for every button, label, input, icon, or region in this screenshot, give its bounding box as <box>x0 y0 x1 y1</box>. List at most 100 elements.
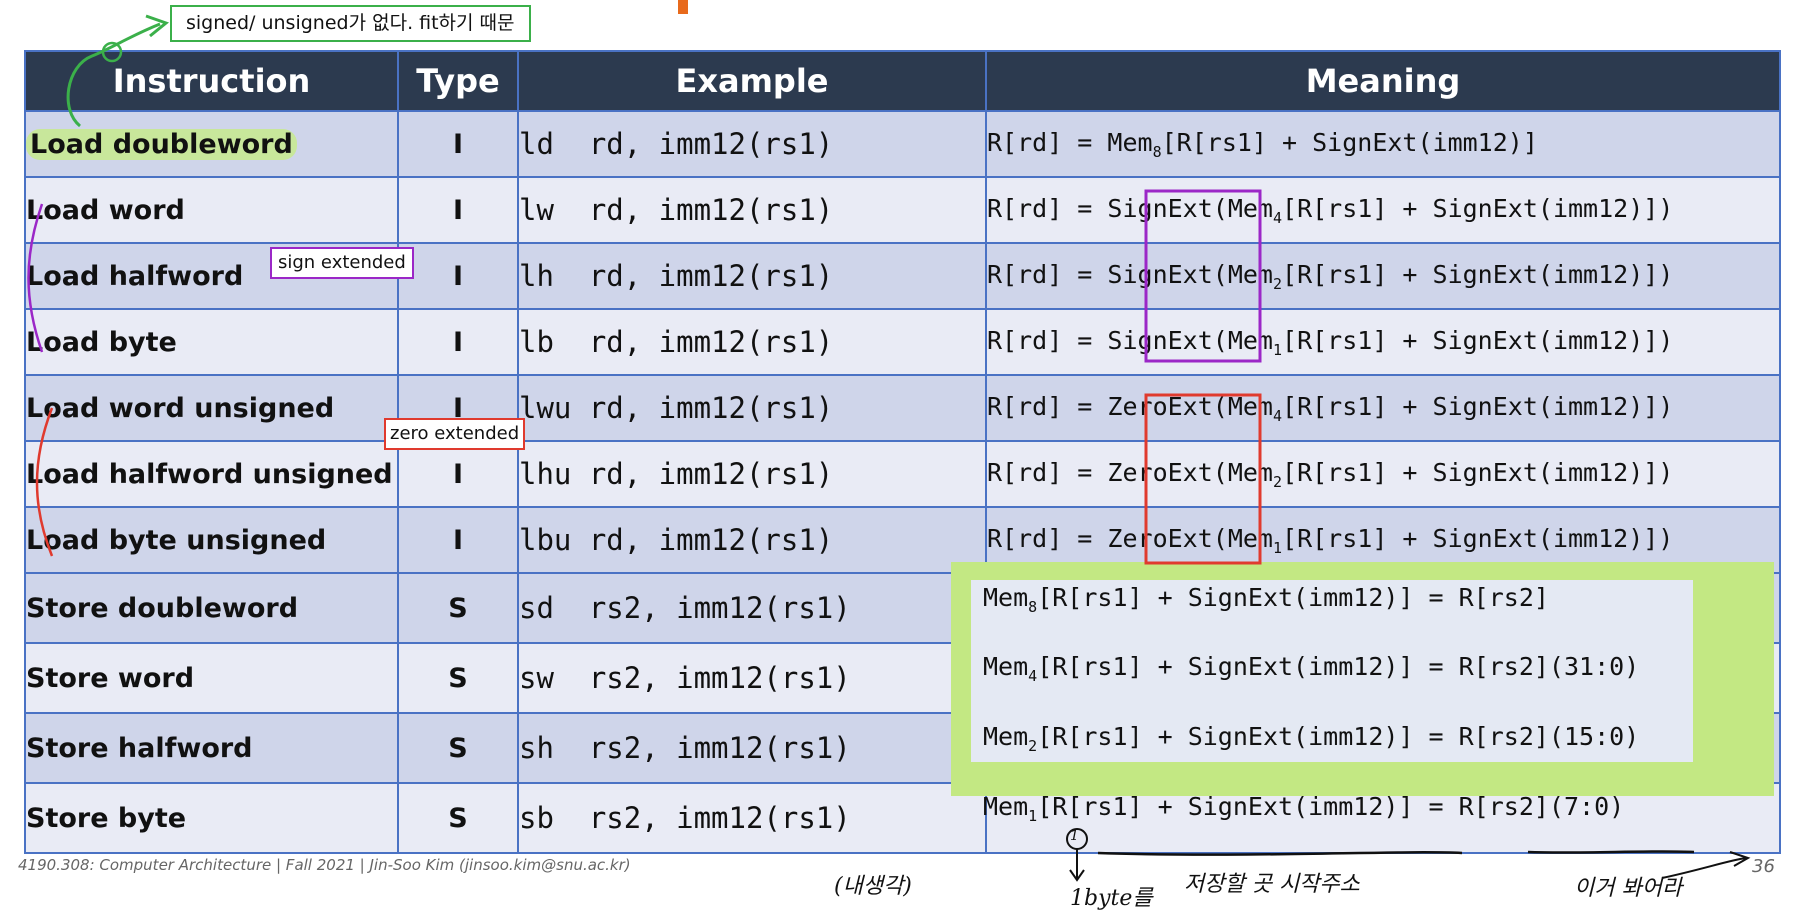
meaning-post: [R[rs1] + SignExt(imm12)]) <box>1282 523 1674 553</box>
meaning-sub: 2 <box>1272 274 1283 293</box>
meaning-pre: Mem <box>983 583 1029 612</box>
meaning-cell: R[rd] = ZeroExt(Mem2[R[rs1] + SignExt(im… <box>985 440 1781 508</box>
example-cell: lh rd, imm12(rs1) <box>517 242 987 310</box>
note-signed-unsigned: signed/ unsigned가 없다. fit하기 때문 <box>170 5 531 42</box>
meaning-post: [R[rs1] + SignExt(imm12)] = R[rs2](31:0) <box>1037 652 1640 681</box>
handwritten-my-thought: (내생각) <box>834 874 912 899</box>
meaning-post: [R[rs1] + SignExt(imm12)]) <box>1282 193 1674 223</box>
meaning-sub: 4 <box>1028 667 1038 685</box>
store-meaning-line: Mem1[R[rs1] + SignExt(imm12)] = R[rs2](7… <box>983 792 1624 825</box>
example-cell: lw rd, imm12(rs1) <box>517 176 987 244</box>
down-arrow-head-icon <box>1069 869 1085 882</box>
example-cell: sd rs2, imm12(rs1) <box>517 572 987 644</box>
table-row: Load word I lw rd, imm12(rs1) R[rd] = Si… <box>24 176 1781 244</box>
handwritten-store-address: 저장할 곳 시작주소 <box>1184 872 1360 897</box>
orange-accent-mark <box>678 0 688 14</box>
meaning-pre: R[rd] = ZeroExt(Mem <box>987 457 1273 487</box>
store-meaning-line: Mem2[R[rs1] + SignExt(imm12)] = R[rs2](1… <box>983 722 1639 755</box>
meaning-sub: 2 <box>1028 737 1038 755</box>
meaning-post: [R[rs1] + SignExt(imm12)] = R[rs2] <box>1037 583 1549 612</box>
instruction-cell: Load byte <box>24 308 399 376</box>
store-meaning-line: Mem8[R[rs1] + SignExt(imm12)] = R[rs2] <box>983 583 1549 616</box>
meaning-post: [R[rs1] + SignExt(imm12)]) <box>1282 391 1674 421</box>
meaning-cell: R[rd] = Mem8[R[rs1] + SignExt(imm12)] <box>985 110 1781 178</box>
example-cell: sb rs2, imm12(rs1) <box>517 782 987 854</box>
header-instruction: Instruction <box>24 50 399 112</box>
instruction-cell: Store byte <box>24 782 399 854</box>
handwritten-1byte: 1byte를 <box>1070 886 1153 911</box>
meaning-post: [R[rs1] + SignExt(imm12)]) <box>1282 457 1674 487</box>
green-arrow-head-icon <box>145 14 170 38</box>
type-cell: S <box>397 572 519 644</box>
example-cell: lb rd, imm12(rs1) <box>517 308 987 376</box>
slide-footer: 4190.308: Computer Architecture | Fall 2… <box>18 856 631 874</box>
pen-arrow-head-icon <box>1729 851 1751 867</box>
meaning-post: [R[rs1] + SignExt(imm12)]) <box>1282 259 1674 289</box>
header-meaning: Meaning <box>985 50 1781 112</box>
type-cell: I <box>397 440 519 508</box>
header-type: Type <box>397 50 519 112</box>
example-cell: ld rd, imm12(rs1) <box>517 110 987 178</box>
type-cell: S <box>397 782 519 854</box>
meaning-sub: 8 <box>1152 142 1162 161</box>
instruction-cell: Load word unsigned <box>24 374 399 442</box>
type-cell: I <box>397 506 519 574</box>
meaning-post: [R[rs1] + SignExt(imm12)] = R[rs2](15:0) <box>1037 722 1640 751</box>
meaning-cell: R[rd] = SignExt(Mem2[R[rs1] + SignExt(im… <box>985 242 1781 310</box>
example-cell: sh rs2, imm12(rs1) <box>517 712 987 784</box>
store-meaning-line: Mem4[R[rs1] + SignExt(imm12)] = R[rs2](3… <box>983 652 1639 685</box>
type-cell: I <box>397 110 519 178</box>
meaning-cell: R[rd] = SignExt(Mem1[R[rs1] + SignExt(im… <box>985 308 1781 376</box>
type-cell: I <box>397 242 519 310</box>
meaning-cell: R[rd] = SignExt(Mem4[R[rs1] + SignExt(im… <box>985 176 1781 244</box>
type-cell: S <box>397 712 519 784</box>
example-cell: lhu rd, imm12(rs1) <box>517 440 987 508</box>
instruction-cell: Load word <box>24 176 399 244</box>
meaning-pre: Mem <box>983 792 1029 821</box>
instruction-cell: Load doubleword <box>24 110 399 178</box>
store-meaning-lines: Mem8[R[rs1] + SignExt(imm12)] = R[rs2] M… <box>951 562 1774 825</box>
instruction-name: Load doubleword <box>26 128 297 160</box>
meaning-pre: Mem <box>983 722 1029 751</box>
meaning-post: [R[rs1] + SignExt(imm12)] <box>1161 127 1538 157</box>
meaning-sub: 2 <box>1272 472 1283 491</box>
note-sign-extended: sign extended <box>270 247 414 279</box>
instruction-cell: Load byte unsigned <box>24 506 399 574</box>
meaning-sub: 1 <box>1028 807 1038 825</box>
meaning-pre: R[rd] = SignExt(Mem <box>987 259 1273 289</box>
example-cell: lbu rd, imm12(rs1) <box>517 506 987 574</box>
note-zero-extended: zero extended <box>384 418 526 450</box>
meaning-pre: R[rd] = Mem <box>987 127 1153 157</box>
example-cell: sw rs2, imm12(rs1) <box>517 642 987 714</box>
meaning-cell: R[rd] = ZeroExt(Mem4[R[rs1] + SignExt(im… <box>985 374 1781 442</box>
type-cell: I <box>397 176 519 244</box>
meaning-sub: 8 <box>1028 598 1038 616</box>
meaning-pre: R[rd] = ZeroExt(Mem <box>987 391 1273 421</box>
meaning-sub: 4 <box>1272 208 1283 227</box>
meaning-pre: R[rd] = SignExt(Mem <box>987 325 1273 355</box>
meaning-sub: 1 <box>1272 340 1283 359</box>
instruction-cell: Store halfword <box>24 712 399 784</box>
meaning-pre: R[rd] = ZeroExt(Mem <box>987 523 1273 553</box>
meaning-pre: Mem <box>983 652 1029 681</box>
meaning-post: [R[rs1] + SignExt(imm12)]) <box>1282 325 1674 355</box>
table-row: Load halfword unsigned I lhu rd, imm12(r… <box>24 440 1781 508</box>
example-cell: lwu rd, imm12(rs1) <box>517 374 987 442</box>
instruction-cell: Store doubleword <box>24 572 399 644</box>
instruction-cell: Load halfword unsigned <box>24 440 399 508</box>
header-example: Example <box>517 50 987 112</box>
handwritten-look-here: 이거 봐어라 <box>1574 876 1683 901</box>
meaning-post: [R[rs1] + SignExt(imm12)] = R[rs2](7:0) <box>1037 792 1625 821</box>
meaning-pre: R[rd] = SignExt(Mem <box>987 193 1273 223</box>
table-row: Load word unsigned I lwu rd, imm12(rs1) … <box>24 374 1781 442</box>
type-cell: S <box>397 642 519 714</box>
table-row: Load doubleword I ld rd, imm12(rs1) R[rd… <box>24 110 1781 178</box>
instruction-cell: Store word <box>24 642 399 714</box>
handwritten-circle-one: 1 <box>1070 828 1079 844</box>
table-row: Load byte I lb rd, imm12(rs1) R[rd] = Si… <box>24 308 1781 376</box>
table-header-row: Instruction Type Example Meaning <box>24 50 1781 112</box>
type-cell: I <box>397 308 519 376</box>
meaning-sub: 4 <box>1272 406 1283 425</box>
meaning-sub: 1 <box>1272 538 1283 557</box>
page-number: 36 <box>1752 856 1775 877</box>
